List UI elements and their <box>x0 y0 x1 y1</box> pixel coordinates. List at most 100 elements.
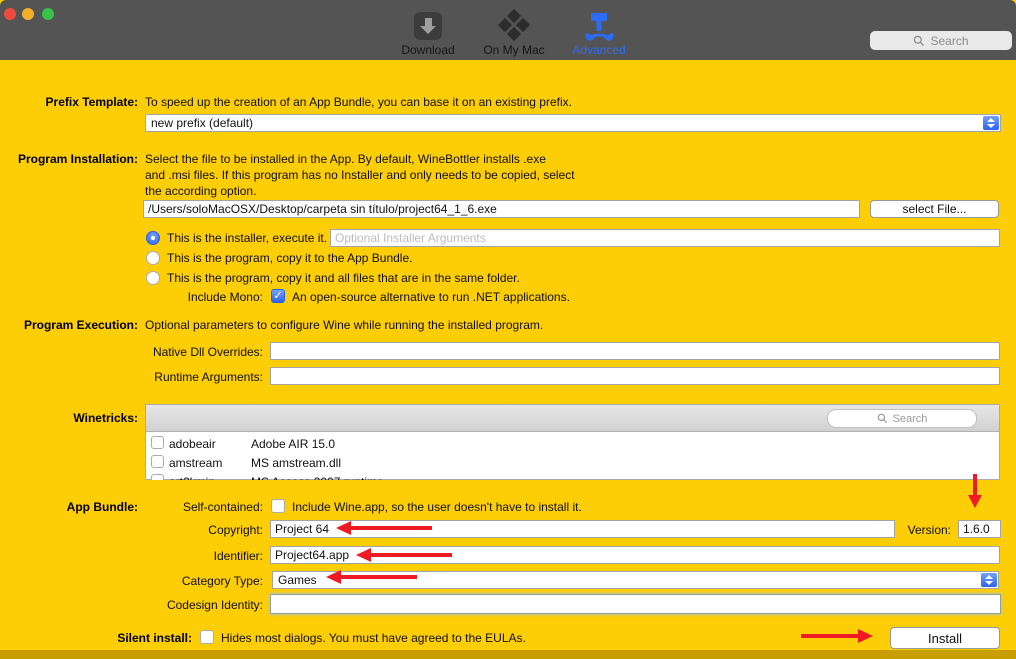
toolbar-tab-on-my-mac-label: On My Mac <box>483 43 545 57</box>
category-type-label: Category Type: <box>181 574 263 588</box>
chevron-up-icon <box>985 575 993 579</box>
checkmark-icon: ✓ <box>273 290 283 302</box>
arrow-head <box>326 570 341 584</box>
toolbar-tab-advanced[interactable]: Advanced <box>568 10 630 57</box>
winetricks-item-name: adobeair <box>169 437 216 451</box>
toolbar-search-placeholder: Search <box>930 33 969 48</box>
diamond-bottom <box>506 26 522 42</box>
arrow-line <box>801 634 858 638</box>
codesign-identity-input[interactable] <box>270 594 1001 614</box>
arrow-line <box>973 474 977 496</box>
winetricks-label: Winetricks: <box>73 411 138 425</box>
toolbar-tab-download[interactable]: Download <box>396 10 460 57</box>
self-contained-label: Self-contained: <box>182 500 263 514</box>
prefix-template-label: Prefix Template: <box>45 95 138 109</box>
on-my-mac-icon <box>474 8 554 42</box>
toolbar-search-field[interactable]: Search <box>870 31 1012 50</box>
winetricks-item-name: amstream <box>169 456 223 470</box>
minimize-window-button[interactable] <box>22 8 34 20</box>
on-my-mac-diamonds <box>497 8 531 42</box>
include-mono-checkbox[interactable]: ✓ <box>271 289 285 303</box>
window-bottom-edge <box>0 650 1016 659</box>
radio-copy-program-label: This is the program, copy it to the App … <box>167 251 413 265</box>
chevron-down-icon <box>985 581 993 585</box>
arrow-head <box>968 495 982 508</box>
silent-install-text: Hides most dialogs. You must have agreed… <box>221 631 526 645</box>
radio-installer-execute[interactable] <box>146 231 160 245</box>
identifier-label: Identifier: <box>213 549 263 563</box>
native-dll-overrides-label: Native Dll Overrides: <box>152 345 263 359</box>
winetricks-search-field[interactable]: Search <box>827 409 977 428</box>
advanced-icon <box>568 10 630 42</box>
radio-copy-folder-label: This is the program, copy it and all fil… <box>167 271 520 285</box>
close-window-button[interactable] <box>4 8 16 20</box>
chevron-up-icon <box>987 118 995 122</box>
select-file-button[interactable]: select File... <box>870 200 999 218</box>
program-execution-description: Optional parameters to configure Wine wh… <box>145 318 544 332</box>
radio-installer-execute-label: This is the installer, execute it. <box>167 231 328 245</box>
version-input[interactable] <box>958 520 1001 538</box>
download-icon <box>396 10 460 42</box>
search-icon <box>877 413 887 424</box>
program-installation-description-line3: the according option. <box>145 184 257 198</box>
toolbar-tab-download-label: Download <box>401 43 455 57</box>
download-icon-arrowhead <box>420 26 436 34</box>
winetricks-list[interactable]: adobeair Adobe AIR 15.0 amstream MS amst… <box>146 432 999 480</box>
window-toolbar: Download On My Mac Advanced Search <box>0 0 1016 60</box>
self-contained-checkbox[interactable] <box>271 499 285 513</box>
runtime-arguments-input[interactable] <box>270 367 1000 385</box>
install-button[interactable]: Install <box>890 627 1000 649</box>
winetricks-row-amstream[interactable]: amstream MS amstream.dll <box>146 454 999 473</box>
radio-copy-program[interactable] <box>146 251 160 265</box>
winetricks-row-art2kmin[interactable]: art2kmin MS Access 2007 runtime <box>146 473 999 480</box>
version-label: Version: <box>907 523 951 537</box>
silent-install-label: Silent install: <box>117 631 192 645</box>
stepper-icon <box>983 116 999 130</box>
radio-copy-folder[interactable] <box>146 271 160 285</box>
arrow-head <box>858 629 873 643</box>
self-contained-text: Include Wine.app, so the user doesn't ha… <box>292 500 582 514</box>
chevron-down-icon <box>987 124 995 128</box>
winetricks-item-description: MS amstream.dll <box>251 456 342 470</box>
winetricks-checkbox-adobeair[interactable] <box>151 436 164 449</box>
arrow-line <box>350 526 432 530</box>
arrow-line <box>370 553 452 557</box>
arrow-line <box>340 575 417 579</box>
copyright-label: Copyright: <box>208 523 263 537</box>
installer-arguments-input[interactable] <box>330 229 1000 247</box>
category-type-dropdown[interactable]: Games <box>272 571 999 589</box>
toolbar-tab-on-my-mac[interactable]: On My Mac <box>474 8 554 57</box>
toolbar-tab-advanced-label: Advanced <box>572 43 626 57</box>
winetricks-panel: Search adobeair Adobe AIR 15.0 amstream … <box>145 404 1000 480</box>
winetricks-checkbox-amstream[interactable] <box>151 455 164 468</box>
search-icon <box>914 35 925 46</box>
stepper-icon <box>981 573 997 587</box>
winetricks-row-adobeair[interactable]: adobeair Adobe AIR 15.0 <box>146 435 999 454</box>
program-installation-description-line2: and .msi files. If this program has no I… <box>145 168 575 182</box>
winetricks-item-name: art2kmin <box>169 475 215 480</box>
winetricks-search-placeholder: Search <box>892 412 928 425</box>
zoom-window-button[interactable] <box>42 8 54 20</box>
winebottler-advanced-window: { "window": { "toolbar": { "items": [ { … <box>0 0 1016 659</box>
program-installation-label: Program Installation: <box>17 152 138 166</box>
prefix-template-dropdown[interactable]: new prefix (default) <box>145 114 1001 132</box>
arrow-head <box>336 521 351 535</box>
category-type-value: Games <box>278 573 317 587</box>
winetricks-checkbox-art2kmin[interactable] <box>151 474 164 480</box>
download-icon-box <box>414 12 442 40</box>
program-installation-description-line1: Select the file to be installed in the A… <box>145 152 546 166</box>
runtime-arguments-label: Runtime Arguments: <box>154 370 263 384</box>
prefix-template-dropdown-value: new prefix (default) <box>151 116 254 130</box>
winetricks-item-description: Adobe AIR 15.0 <box>251 437 336 451</box>
winetricks-header: Search <box>146 405 999 432</box>
diamond-right <box>515 17 531 33</box>
include-mono-label: Include Mono: <box>187 290 263 304</box>
codesign-identity-label: Codesign Identity: <box>166 598 263 612</box>
arrow-head <box>356 548 371 562</box>
include-mono-text: An open-source alternative to run .NET a… <box>292 290 570 304</box>
silent-install-checkbox[interactable] <box>200 630 214 644</box>
native-dll-overrides-input[interactable] <box>270 342 1000 360</box>
advanced-icon-svg <box>585 13 614 41</box>
install-file-path-input[interactable] <box>143 200 860 218</box>
download-icon-shaft <box>424 18 432 26</box>
